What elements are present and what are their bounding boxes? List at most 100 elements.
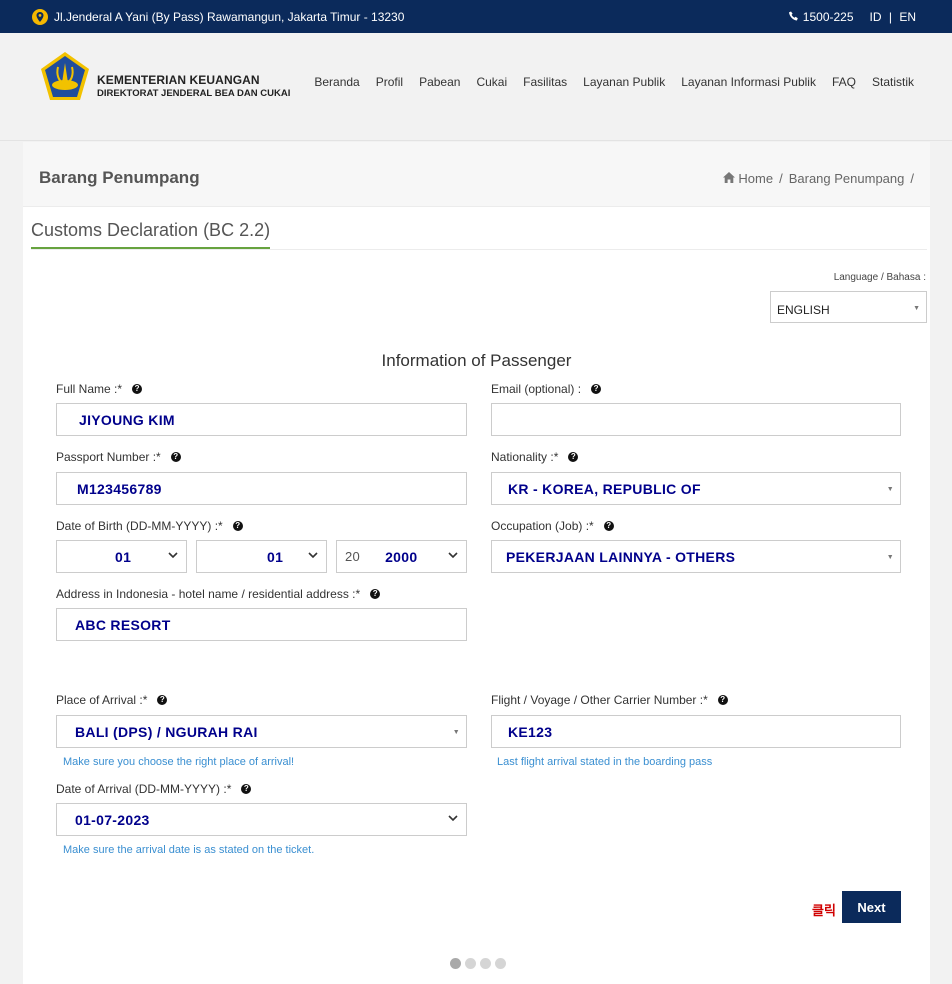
brand-directorate: DIREKTORAT JENDERAL BEA DAN CUKAI (97, 88, 291, 99)
full-name-value: JIYOUNG KIM (79, 411, 175, 428)
nav-fasilitas[interactable]: Fasilitas (523, 75, 567, 89)
step-dot-4[interactable] (495, 958, 506, 969)
full-name-label: Full Name :* ? (56, 382, 143, 396)
dob-year-select[interactable]: 20 2000 (336, 540, 467, 573)
help-icon[interactable]: ? (170, 452, 181, 462)
nationality-select[interactable]: KR - KOREA, REPUBLIC OF ▼ (491, 472, 901, 505)
help-icon[interactable]: ? (132, 384, 143, 394)
home-icon[interactable] (723, 171, 736, 186)
dob-label-text: Date of Birth (DD-MM-YYYY) :* (56, 519, 223, 533)
help-icon[interactable]: ? (370, 589, 381, 599)
nationality-label: Nationality :* ? (491, 450, 579, 464)
caret-down-icon: ▼ (913, 305, 920, 312)
next-button[interactable]: Next (842, 891, 901, 923)
top-bar: Jl.Jenderal A Yani (By Pass) Rawamangun,… (0, 0, 952, 33)
chevron-down-icon (308, 551, 318, 562)
nav-beranda[interactable]: Beranda (314, 75, 359, 89)
arrival-date-value: 01-07-2023 (75, 811, 150, 828)
full-name-label-text: Full Name :* (56, 382, 123, 396)
chevron-down-icon (168, 551, 178, 562)
language-select[interactable]: ENGLISH ▼ (770, 291, 927, 323)
language-label: Language / Bahasa : (833, 272, 926, 283)
help-icon[interactable]: ? (717, 695, 728, 705)
help-icon[interactable]: ? (603, 521, 614, 531)
help-icon[interactable]: ? (241, 784, 252, 794)
occupation-label-text: Occupation (Job) :* (491, 519, 594, 533)
nav-profil[interactable]: Profil (376, 75, 403, 89)
phone-icon (788, 10, 799, 24)
help-icon[interactable]: ? (591, 384, 602, 394)
arrival-place-label-text: Place of Arrival :* (56, 693, 148, 707)
top-right: 1500-225 ID | EN (788, 0, 916, 33)
nav-cukai[interactable]: Cukai (476, 75, 507, 89)
brand-text: KEMENTERIAN KEUANGAN DIREKTORAT JENDERAL… (97, 73, 290, 99)
step-indicator (450, 958, 506, 969)
passport-input[interactable]: M123456789 (56, 472, 467, 505)
passport-label: Passport Number :* ? (56, 450, 181, 464)
nav-faq[interactable]: FAQ (832, 75, 856, 89)
address-block: Jl.Jenderal A Yani (By Pass) Rawamangun,… (32, 0, 404, 33)
dob-year-prefix: 20 (345, 549, 361, 564)
occupation-label: Occupation (Job) :* ? (491, 519, 614, 533)
address-input[interactable]: ABC RESORT (56, 608, 467, 641)
office-address: Jl.Jenderal A Yani (By Pass) Rawamangun,… (54, 9, 405, 24)
arrival-date-hint: Make sure the arrival date is as stated … (63, 844, 315, 856)
dob-month-select[interactable]: 01 (196, 540, 327, 573)
arrival-place-value: BALI (DPS) / NGURAH RAI (75, 723, 258, 740)
arrival-place-label: Place of Arrival :* ? (56, 693, 168, 707)
flight-hint: Last flight arrival stated in the boardi… (497, 756, 713, 768)
site-header: KEMENTERIAN KEUANGAN DIREKTORAT JENDERAL… (0, 33, 952, 141)
chevron-down-icon (448, 814, 458, 825)
address-value: ABC RESORT (75, 616, 171, 633)
step-dot-3[interactable] (480, 958, 491, 969)
breadcrumb-current[interactable]: Barang Penumpang (789, 171, 905, 186)
nav-statistik[interactable]: Statistik (872, 75, 914, 89)
form-heading: Information of Passenger (381, 351, 572, 370)
address-label-text: Address in Indonesia - hotel name / resi… (56, 587, 361, 601)
lang-id-link[interactable]: ID (870, 10, 882, 24)
help-icon[interactable]: ? (157, 695, 168, 705)
chevron-down-icon (448, 551, 458, 562)
location-pin-icon (32, 8, 48, 25)
address-label: Address in Indonesia - hotel name / resi… (56, 587, 381, 601)
dob-day-value: 01 (115, 548, 132, 565)
step-dot-1[interactable] (450, 958, 461, 969)
kemenkeu-logo[interactable] (39, 51, 91, 103)
dob-day-select[interactable]: 01 (56, 540, 187, 573)
arrival-date-label: Date of Arrival (DD-MM-YYYY) :* ? (56, 782, 252, 796)
main-card: Barang Penumpang Home / Barang Penumpang… (23, 142, 930, 984)
arrival-place-select[interactable]: BALI (DPS) / NGURAH RAI ▼ (56, 715, 467, 748)
flight-input[interactable]: KE123 (491, 715, 901, 748)
passport-value: M123456789 (77, 480, 162, 497)
click-annotation: 클릭 (812, 903, 836, 918)
step-dot-2[interactable] (465, 958, 476, 969)
lang-separator: | (888, 9, 892, 24)
occupation-value: PEKERJAAN LAINNYA - OTHERS (506, 548, 736, 565)
breadcrumb-home[interactable]: Home (738, 171, 773, 186)
nav-layanan-informasi-publik[interactable]: Layanan Informasi Publik (681, 75, 816, 89)
flight-value: KE123 (508, 723, 553, 740)
nav-pabean[interactable]: Pabean (419, 75, 460, 89)
phone-number[interactable]: 1500-225 (803, 10, 854, 24)
page-title-bar: Barang Penumpang Home / Barang Penumpang… (23, 142, 930, 207)
help-icon[interactable]: ? (568, 452, 579, 462)
section-title: Customs Declaration (BC 2.2) (31, 220, 271, 249)
dob-label: Date of Birth (DD-MM-YYYY) :* ? (56, 519, 243, 533)
lang-en-link[interactable]: EN (899, 10, 916, 24)
caret-down-icon: ▼ (452, 729, 460, 736)
page-title: Barang Penumpang (39, 168, 200, 187)
occupation-select[interactable]: PEKERJAAN LAINNYA - OTHERS ▼ (491, 540, 901, 573)
breadcrumb: Home / Barang Penumpang / (723, 171, 914, 186)
email-label: Email (optional) : ? (491, 382, 602, 396)
email-label-text: Email (optional) : (491, 382, 582, 396)
section-divider (31, 249, 927, 250)
help-icon[interactable]: ? (232, 521, 243, 531)
arrival-date-select[interactable]: 01-07-2023 (56, 803, 467, 836)
email-input[interactable] (491, 403, 901, 436)
nav-layanan-publik[interactable]: Layanan Publik (583, 75, 665, 89)
arrival-place-hint: Make sure you choose the right place of … (63, 756, 295, 768)
dob-year-value: 2000 (385, 548, 418, 565)
flight-label: Flight / Voyage / Other Carrier Number :… (491, 693, 728, 707)
full-name-input[interactable]: JIYOUNG KIM (56, 403, 467, 436)
nationality-label-text: Nationality :* (491, 450, 559, 464)
